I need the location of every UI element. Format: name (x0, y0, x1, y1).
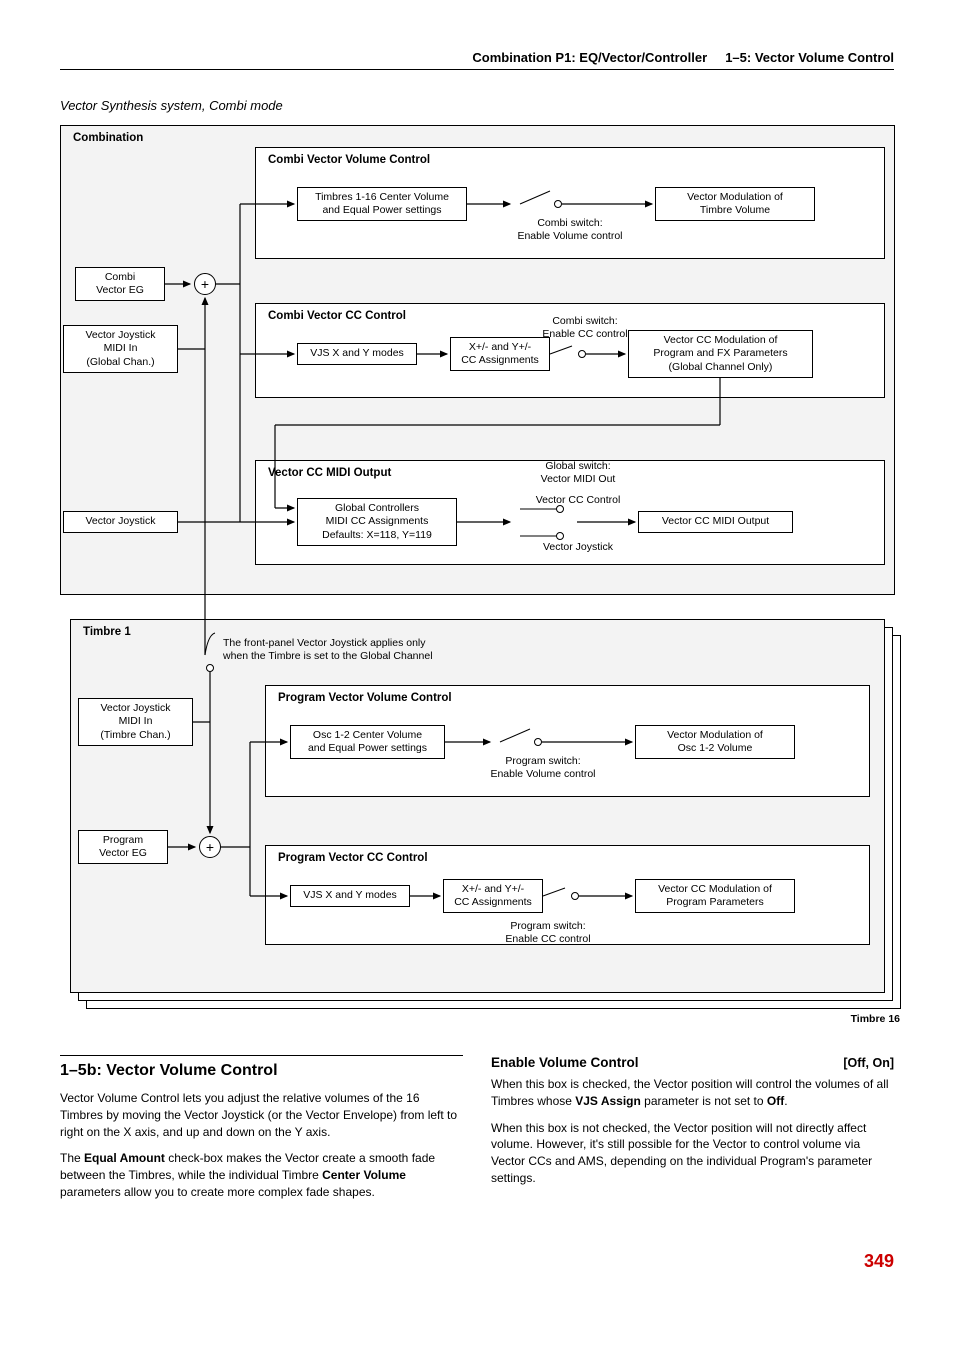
vjs-midi-global-box: Vector JoystickMIDI In(Global Chan.) (63, 325, 178, 373)
header-left: Combination P1: EQ/Vector/Controller (472, 50, 707, 65)
plus-icon: + (194, 273, 216, 295)
global-controllers-box: Global ControllersMIDI CC AssignmentsDef… (297, 498, 457, 546)
combi-vector-eg-box: CombiVector EG (75, 267, 165, 301)
page-header: Combination P1: EQ/Vector/Controller 1–5… (60, 50, 894, 70)
vector-synthesis-diagram: Combination Combi Vector Volume Control … (60, 125, 895, 1025)
combi-cc-title: Combi Vector CC Control (268, 310, 406, 322)
osc-center-volume-box: Osc 1-2 Center Volumeand Equal Power set… (290, 725, 445, 759)
program-cc-title: Program Vector CC Control (278, 852, 428, 864)
page-number: 349 (60, 1251, 894, 1272)
vector-mod-timbre-volume-box: Vector Modulation ofTimbre Volume (655, 187, 815, 221)
program-volume-title: Program Vector Volume Control (278, 692, 452, 704)
enable-volume-title: Enable Volume Control (491, 1055, 639, 1070)
program-volume-switch-label: Program switch:Enable Volume control (478, 755, 608, 780)
timbre16-label: Timbre 16 (830, 1013, 900, 1026)
section-p1: Vector Volume Control lets you adjust th… (60, 1090, 463, 1140)
right-column: Enable Volume Control [Off, On] When thi… (491, 1055, 894, 1211)
enable-volume-options: [Off, On] (843, 1056, 894, 1070)
combi-volume-switch-label: Combi switch:Enable Volume control (505, 217, 635, 242)
diagram-caption: Vector Synthesis system, Combi mode (60, 98, 894, 113)
plus-icon-2: + (199, 836, 221, 858)
enable-volume-row: Enable Volume Control [Off, On] (491, 1055, 894, 1070)
vector-joystick-label: Vector Joystick (513, 541, 643, 554)
timbres-center-volume-box: Timbres 1-16 Center Volumeand Equal Powe… (297, 187, 467, 221)
section-p2: The Equal Amount check-box makes the Vec… (60, 1150, 463, 1200)
header-right: 1–5: Vector Volume Control (725, 50, 894, 65)
xy-cc-assignments-box: X+/- and Y+/-CC Assignments (450, 337, 550, 371)
timbre-note: The front-panel Vector Joystick applies … (223, 637, 503, 662)
vjs-midi-timbre-box: Vector JoystickMIDI In(Timbre Chan.) (78, 698, 193, 746)
combination-label: Combination (73, 132, 143, 144)
enable-volume-p1: When this box is checked, the Vector pos… (491, 1076, 894, 1110)
section-title: 1–5b: Vector Volume Control (60, 1055, 463, 1080)
program-vector-eg-box: ProgramVector EG (78, 830, 168, 864)
enable-volume-p2: When this box is not checked, the Vector… (491, 1120, 894, 1187)
vector-cc-midi-output-box: Vector CC MIDI Output (638, 511, 793, 533)
left-column: 1–5b: Vector Volume Control Vector Volum… (60, 1055, 463, 1211)
vector-cc-control-label: Vector CC Control (513, 494, 643, 507)
global-switch-midi-label: Global switch:Vector MIDI Out (513, 460, 643, 485)
vjs-xy-modes-box: VJS X and Y modes (297, 343, 417, 365)
program-xy-cc-box: X+/- and Y+/-CC Assignments (443, 879, 543, 913)
text-columns: 1–5b: Vector Volume Control Vector Volum… (60, 1055, 894, 1211)
combi-volume-title: Combi Vector Volume Control (268, 154, 430, 166)
midi-output-title: Vector CC MIDI Output (268, 467, 391, 479)
program-cc-switch-label: Program switch:Enable CC control (478, 920, 618, 945)
timbre1-label: Timbre 1 (83, 626, 131, 638)
vector-mod-osc-volume-box: Vector Modulation ofOsc 1-2 Volume (635, 725, 795, 759)
vector-joystick-box: Vector Joystick (63, 511, 178, 533)
program-vjs-xy-box: VJS X and Y modes (290, 885, 410, 907)
vector-cc-mod-box: Vector CC Modulation ofProgram and FX Pa… (628, 330, 813, 378)
program-cc-mod-box: Vector CC Modulation ofProgram Parameter… (635, 879, 795, 913)
